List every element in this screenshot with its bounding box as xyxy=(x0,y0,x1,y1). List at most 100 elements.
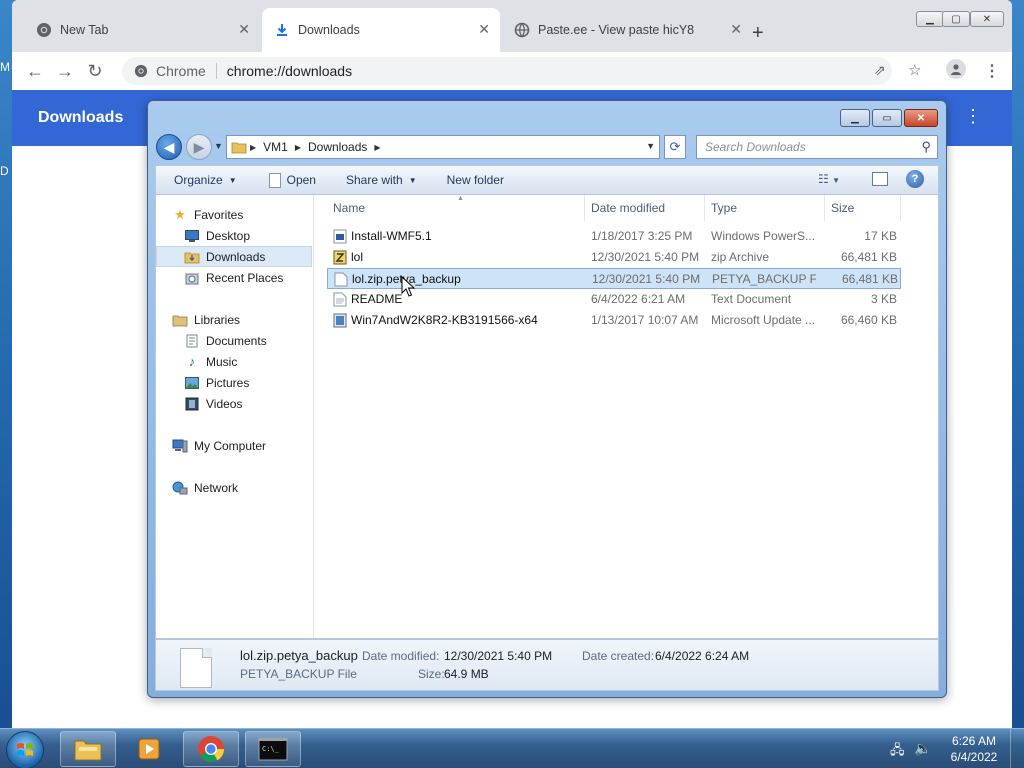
organize-label: Organize xyxy=(174,173,223,187)
globe-icon xyxy=(514,22,530,38)
breadcrumb-arrow-icon[interactable]: ▶ xyxy=(247,143,259,152)
column-header-label: Date modified xyxy=(591,201,666,215)
chrome-menu-icon[interactable]: ⋮ xyxy=(984,61,1000,81)
tab-new-tab[interactable]: New Tab ✕ xyxy=(24,8,260,52)
help-icon[interactable]: ? xyxy=(906,170,924,188)
nav-label: Downloads xyxy=(206,249,266,264)
forward-arrow-icon[interactable]: ▶ xyxy=(186,134,212,160)
recent-pages-dropdown-icon[interactable]: ▼ xyxy=(214,141,223,151)
file-row[interactable]: Install-WMF5.1 1/18/2017 3:25 PM Windows… xyxy=(327,226,901,247)
generic-file-icon xyxy=(180,648,212,688)
volume-icon[interactable]: 🔈 xyxy=(914,740,931,757)
address-row: ◀ ▶ ▼ ▶ VM1 ▶ Downloads ▶ ▼ ⟳ Search Dow… xyxy=(156,134,940,160)
file-size: 17 KB xyxy=(864,229,897,243)
nav-label: Desktop xyxy=(206,228,251,243)
breadcrumb-vm1[interactable]: VM1 xyxy=(259,140,292,154)
nav-label: Music xyxy=(206,354,238,369)
system-clock[interactable]: 6:26 AM 6/4/2022 xyxy=(944,733,1004,765)
close-window-button[interactable]: ✕ xyxy=(970,11,1004,27)
nav-label: My Computer xyxy=(194,438,267,453)
nav-downloads[interactable]: Downloads xyxy=(156,246,312,267)
chrome-icon xyxy=(198,736,225,762)
column-header-type[interactable]: Type xyxy=(705,195,825,221)
search-input[interactable]: Search Downloads ⚲ xyxy=(696,135,938,159)
start-button[interactable] xyxy=(6,731,44,768)
taskbar-chrome-button[interactable] xyxy=(183,731,239,767)
breadcrumb-downloads[interactable]: Downloads xyxy=(304,140,371,154)
command-prompt-icon: C:\_ xyxy=(258,737,288,761)
organize-menu-button[interactable]: Organize ▼ xyxy=(174,173,237,187)
new-folder-button[interactable]: New folder xyxy=(447,173,504,187)
chrome-icon xyxy=(36,22,52,38)
file-row[interactable]: Win7AndW2K8R2-KB3191566-x64 1/13/2017 10… xyxy=(327,310,901,331)
back-arrow-icon[interactable]: ← xyxy=(20,61,50,82)
taskbar-command-prompt-button[interactable]: C:\_ xyxy=(245,731,301,767)
details-created-label: Date created: xyxy=(582,649,655,663)
tab-paste-ee[interactable]: Paste.ee - View paste hicY8 ✕ xyxy=(502,8,752,52)
column-header-size[interactable]: Size xyxy=(825,195,901,221)
close-tab-icon[interactable]: ✕ xyxy=(478,21,490,38)
details-modified-label: Date modified: xyxy=(362,649,440,663)
profile-avatar-icon[interactable] xyxy=(946,59,966,79)
clock-time: 6:26 AM xyxy=(951,734,997,748)
show-desktop-button[interactable] xyxy=(1010,729,1024,768)
nav-label: Recent Places xyxy=(206,270,284,285)
file-row[interactable]: lol 12/30/2021 5:40 PM zip Archive 66,48… xyxy=(327,247,901,268)
column-header-date-modified[interactable]: Date modified xyxy=(585,195,705,221)
downloads-folder-icon xyxy=(184,250,200,264)
file-date-modified: 12/30/2021 5:40 PM xyxy=(592,272,701,286)
desktop-icon xyxy=(184,229,200,243)
file-date-modified: 6/4/2022 6:21 AM xyxy=(591,292,686,306)
forward-arrow-icon[interactable]: → xyxy=(50,61,80,82)
nav-my-computer[interactable]: My Computer xyxy=(172,435,328,456)
column-header-name[interactable]: Name xyxy=(327,195,585,221)
share-icon[interactable]: ⇗ xyxy=(874,62,886,79)
mouse-cursor-icon xyxy=(401,276,415,297)
taskbar-media-player-button[interactable] xyxy=(121,731,177,767)
close-tab-icon[interactable]: ✕ xyxy=(238,21,250,38)
refresh-icon[interactable]: ⟳ xyxy=(664,135,686,159)
file-type: Text Document xyxy=(711,292,792,306)
explorer-maximize-button[interactable]: ▭ xyxy=(872,109,902,127)
tab-downloads[interactable]: Downloads ✕ xyxy=(262,8,500,52)
breadcrumb-arrow-icon[interactable]: ▶ xyxy=(292,143,304,152)
powershell-script-icon xyxy=(333,229,347,244)
bookmark-star-icon[interactable]: ☆ xyxy=(908,61,921,79)
explorer-minimize-button[interactable]: ▁ xyxy=(840,109,870,127)
tab-label: Downloads xyxy=(298,23,360,37)
open-button[interactable]: Open xyxy=(268,172,316,188)
nav-favorites[interactable]: ★ Favorites xyxy=(172,204,328,225)
zip-archive-icon xyxy=(333,250,347,265)
nav-network[interactable]: Network xyxy=(172,477,328,498)
omnibox[interactable]: Chrome chrome://downloads xyxy=(122,57,892,85)
address-bar[interactable]: ▶ VM1 ▶ Downloads ▶ ▼ xyxy=(226,135,660,159)
file-type: Windows PowerS... xyxy=(711,229,815,243)
preview-pane-icon[interactable] xyxy=(872,172,888,186)
minimize-button[interactable]: ▁ xyxy=(916,11,944,27)
file-type: PETYA_BACKUP File xyxy=(712,272,816,286)
view-options-icon[interactable]: ☷ ▼ xyxy=(818,172,840,186)
details-size-value: 64.9 MB xyxy=(444,667,489,681)
close-tab-icon[interactable]: ✕ xyxy=(730,21,742,38)
chevron-down-icon: ▼ xyxy=(408,175,417,185)
address-history-dropdown-icon[interactable]: ▼ xyxy=(646,141,655,151)
details-pane: lol.zip.petya_backup PETYA_BACKUP File D… xyxy=(155,639,939,691)
search-icon[interactable]: ⚲ xyxy=(921,139,931,155)
new-tab-button[interactable]: + xyxy=(752,22,764,45)
network-status-icon[interactable]: 🖧 xyxy=(890,741,905,763)
back-arrow-icon[interactable]: ◀ xyxy=(156,134,182,160)
taskbar-explorer-button[interactable] xyxy=(60,731,116,767)
search-placeholder: Search Downloads xyxy=(705,140,806,154)
explorer-close-button[interactable]: ✕ xyxy=(904,109,938,127)
maximize-button[interactable]: ▢ xyxy=(942,11,970,27)
star-icon: ★ xyxy=(174,206,186,222)
more-actions-icon[interactable]: ⋮ xyxy=(964,106,982,127)
reload-icon[interactable]: ↻ xyxy=(80,61,110,82)
breadcrumb-arrow-icon[interactable]: ▶ xyxy=(371,143,383,152)
recent-places-icon xyxy=(184,271,200,285)
share-with-menu-button[interactable]: Share with ▼ xyxy=(346,173,417,187)
nav-libraries[interactable]: Libraries xyxy=(172,309,328,330)
folder-icon xyxy=(231,140,247,154)
libraries-icon xyxy=(172,313,188,327)
file-size: 66,481 KB xyxy=(840,250,897,264)
